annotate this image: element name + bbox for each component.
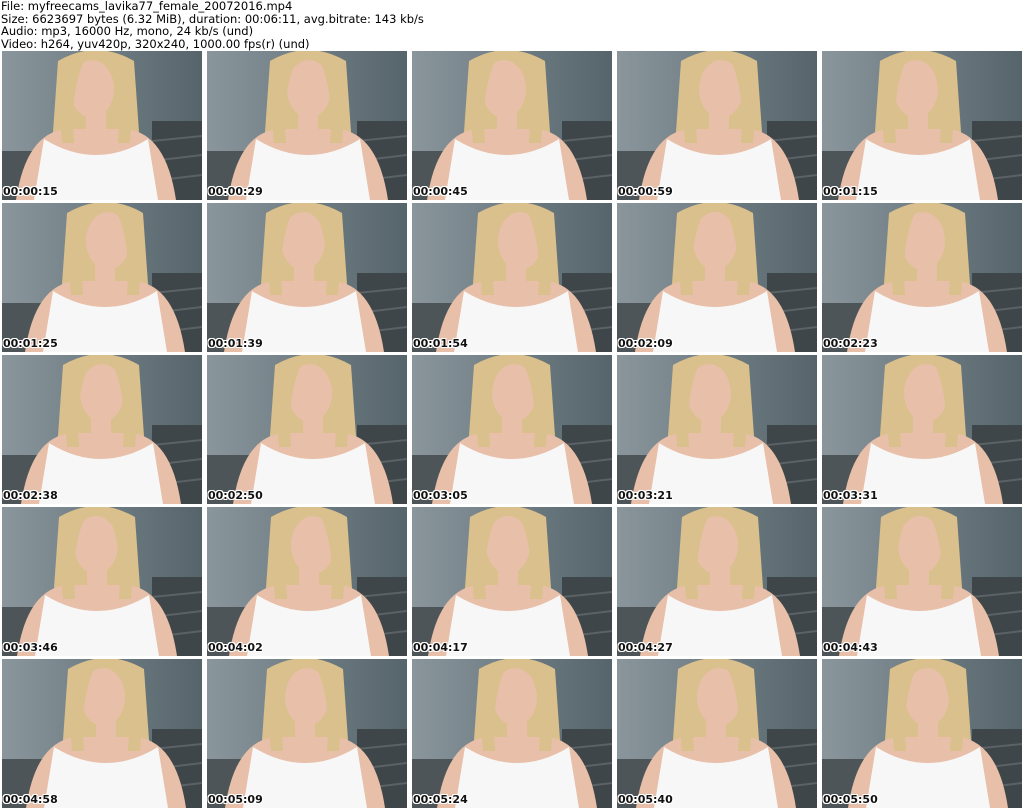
thumbnail-frame: 00:04:58 [2,659,202,808]
thumbnail-frame: 00:01:39 [207,203,407,352]
video-frame-image [617,203,817,352]
video-frame-image [412,355,612,504]
frame-timestamp: 00:04:27 [618,641,673,654]
frame-timestamp: 00:05:50 [823,793,878,806]
frame-timestamp: 00:01:15 [823,185,878,198]
frame-timestamp: 00:04:58 [3,793,58,806]
video-frame-image [412,507,612,656]
video-frame-image [2,659,202,808]
thumbnail-frame: 00:01:54 [412,203,612,352]
video-frame-image [822,507,1022,656]
thumbnail-frame: 00:00:29 [207,51,407,200]
video-frame-image [2,355,202,504]
frame-timestamp: 00:01:25 [3,337,58,350]
thumbnail-frame: 00:00:45 [412,51,612,200]
thumbnail-frame: 00:00:59 [617,51,817,200]
thumbnail-frame: 00:05:09 [207,659,407,808]
video-frame-image [617,355,817,504]
frame-timestamp: 00:00:45 [413,185,468,198]
thumbnail-frame: 00:03:31 [822,355,1022,504]
video-frame-image [822,51,1022,200]
thumbnail-frame: 00:04:43 [822,507,1022,656]
thumbnail-frame: 00:05:50 [822,659,1022,808]
frame-timestamp: 00:00:29 [208,185,263,198]
frame-timestamp: 00:05:24 [413,793,468,806]
video-frame-image [617,507,817,656]
thumbnail-frame: 00:03:21 [617,355,817,504]
file-name-line: File: myfreecams_lavika77_female_2007201… [1,0,293,13]
video-frame-image [412,203,612,352]
thumbnail-frame: 00:02:09 [617,203,817,352]
thumbnail-frame: 00:03:46 [2,507,202,656]
video-frame-image [207,507,407,656]
thumbnail-grid: 00:00:15 00:00:29 00:00:45 00:00:59 00:01:15… [2,51,1022,809]
video-frame-image [207,355,407,504]
frame-timestamp: 00:03:46 [3,641,58,654]
thumbnail-frame: 00:05:24 [412,659,612,808]
frame-timestamp: 00:01:39 [208,337,263,350]
frame-timestamp: 00:03:31 [823,489,878,502]
video-frame-image [412,659,612,808]
video-frame-image [207,203,407,352]
video-frame-image [822,355,1022,504]
thumbnail-frame: 00:02:38 [2,355,202,504]
video-frame-image [617,659,817,808]
video-frame-image [412,51,612,200]
thumbnail-frame: 00:04:17 [412,507,612,656]
thumbnail-frame: 00:04:02 [207,507,407,656]
frame-timestamp: 00:02:50 [208,489,263,502]
frame-timestamp: 00:02:09 [618,337,673,350]
audio-info-line: Audio: mp3, 16000 Hz, mono, 24 kb/s (und… [1,24,254,38]
thumbnail-frame: 00:05:40 [617,659,817,808]
video-frame-image [2,507,202,656]
frame-timestamp: 00:03:21 [618,489,673,502]
frame-timestamp: 00:02:38 [3,489,58,502]
thumbnail-frame: 00:04:27 [617,507,817,656]
frame-timestamp: 00:02:23 [823,337,878,350]
thumbnail-frame: 00:01:25 [2,203,202,352]
frame-timestamp: 00:05:40 [618,793,673,806]
frame-timestamp: 00:03:05 [413,489,468,502]
frame-timestamp: 00:00:59 [618,185,673,198]
video-frame-image [207,51,407,200]
frame-timestamp: 00:01:54 [413,337,468,350]
video-frame-image [207,659,407,808]
thumbnail-frame: 00:00:15 [2,51,202,200]
frame-timestamp: 00:04:17 [413,641,468,654]
frame-timestamp: 00:05:09 [208,793,263,806]
file-info-header: File: myfreecams_lavika77_female_2007201… [1,0,1021,50]
video-frame-image [617,51,817,200]
video-frame-image [822,659,1022,808]
thumbnail-frame: 00:02:50 [207,355,407,504]
thumbnail-frame: 00:02:23 [822,203,1022,352]
frame-timestamp: 00:04:02 [208,641,263,654]
thumbnail-frame: 00:01:15 [822,51,1022,200]
video-frame-image [822,203,1022,352]
frame-timestamp: 00:00:15 [3,185,58,198]
thumbnail-frame: 00:03:05 [412,355,612,504]
frame-timestamp: 00:04:43 [823,641,878,654]
video-frame-image [2,203,202,352]
video-info-line: Video: h264, yuv420p, 320x240, 1000.00 f… [1,36,310,51]
video-frame-image [2,51,202,200]
